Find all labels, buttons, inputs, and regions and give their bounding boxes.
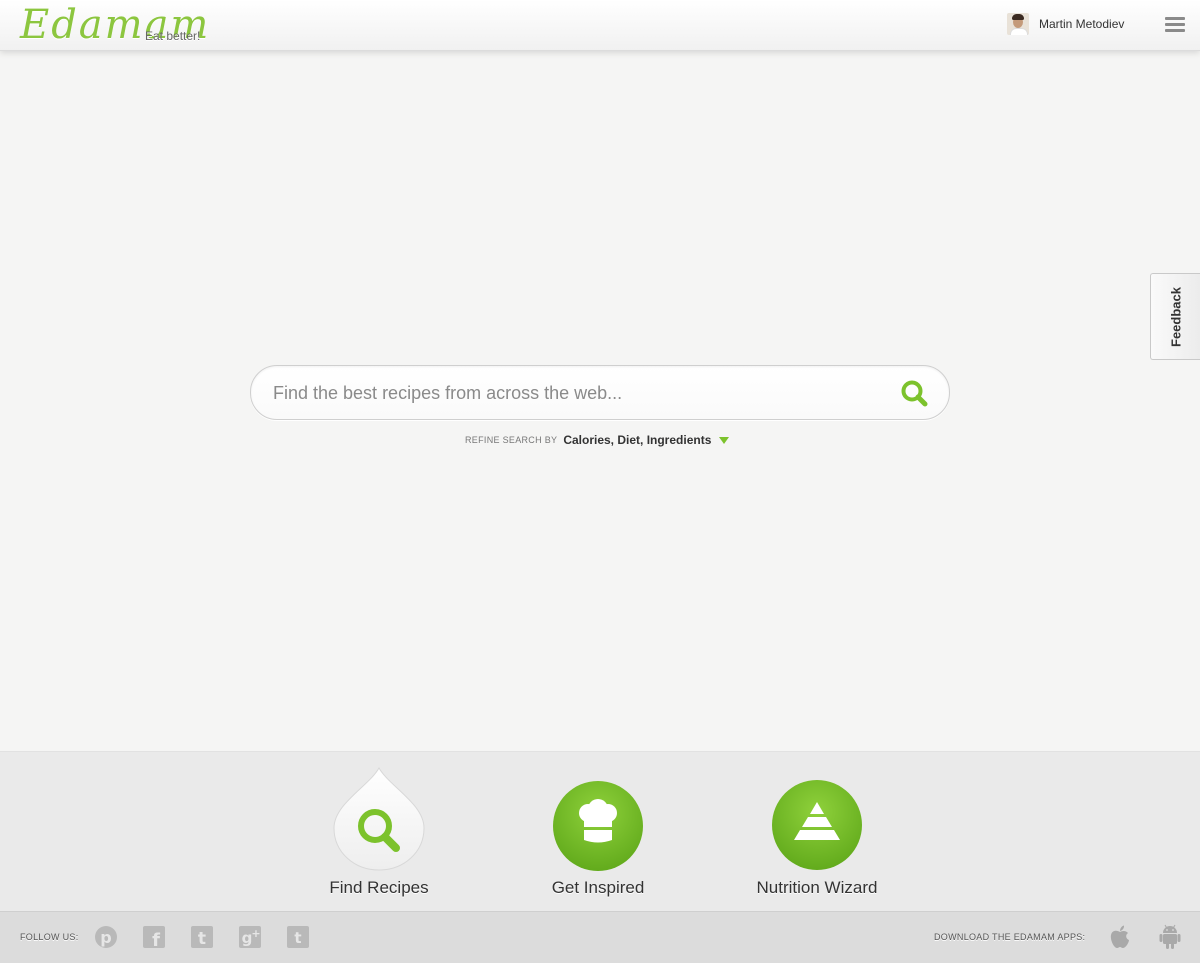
feature-label[interactable]: Get Inspired <box>508 878 688 898</box>
tumblr-icon[interactable]: t <box>286 925 310 949</box>
svg-text:f: f <box>152 930 160 949</box>
feature-strip: Find Recipes Get Inspired Nutrition Wiza… <box>0 751 1200 912</box>
search-box <box>250 365 950 420</box>
feature-nutrition-wizard[interactable]: Nutrition Wizard <box>727 766 907 906</box>
user-name[interactable]: Martin Metodiev <box>1039 17 1124 31</box>
hamburger-menu-icon[interactable] <box>1165 17 1185 33</box>
top-header: Edamam Eat better! Martin Metodiev <box>0 0 1200 51</box>
apple-icon[interactable] <box>1108 924 1132 950</box>
chevron-down-icon[interactable] <box>719 436 730 444</box>
search-icon <box>901 380 928 407</box>
refine-search-options[interactable]: Calories, Diet, Ingredients <box>563 433 711 447</box>
search-button[interactable] <box>899 378 929 408</box>
svg-text:+: + <box>251 927 260 940</box>
feedback-label: Feedback <box>1168 287 1184 347</box>
feature-label[interactable]: Nutrition Wizard <box>727 878 907 898</box>
svg-text:p: p <box>100 928 111 947</box>
feature-label[interactable]: Find Recipes <box>289 878 469 898</box>
user-menu[interactable]: Martin Metodiev <box>1007 13 1124 35</box>
android-icon[interactable] <box>1158 924 1182 950</box>
avatar[interactable] <box>1007 13 1029 35</box>
chef-hat-icon <box>553 781 643 871</box>
svg-text:t: t <box>294 929 301 947</box>
download-apps-label: DOWNLOAD THE EDAMAM APPS: <box>934 932 1086 942</box>
svg-text:t: t <box>198 929 206 949</box>
pinterest-icon[interactable]: p <box>94 925 118 949</box>
refine-search-label: REFINE SEARCH BY <box>465 435 558 445</box>
feature-get-inspired[interactable]: Get Inspired <box>508 766 688 906</box>
twitter-icon[interactable]: t <box>190 925 214 949</box>
footer: FOLLOW US: p f t g + t DOWNLOAD THE EDAM… <box>0 911 1200 963</box>
refine-search[interactable]: REFINE SEARCH BY Calories, Diet, Ingredi… <box>465 432 745 448</box>
follow-us-label: FOLLOW US: <box>20 932 79 942</box>
search-input[interactable] <box>271 378 875 408</box>
facebook-icon[interactable]: f <box>142 925 166 951</box>
main-search-area: REFINE SEARCH BY Calories, Diet, Ingredi… <box>0 51 1200 751</box>
pyramid-icon <box>772 780 862 870</box>
google-plus-icon[interactable]: g + <box>238 925 262 949</box>
tagline: Eat better! <box>145 29 201 43</box>
search-icon <box>333 766 425 871</box>
feature-find-recipes[interactable]: Find Recipes <box>289 766 469 906</box>
feedback-tab[interactable]: Feedback <box>1150 273 1200 360</box>
